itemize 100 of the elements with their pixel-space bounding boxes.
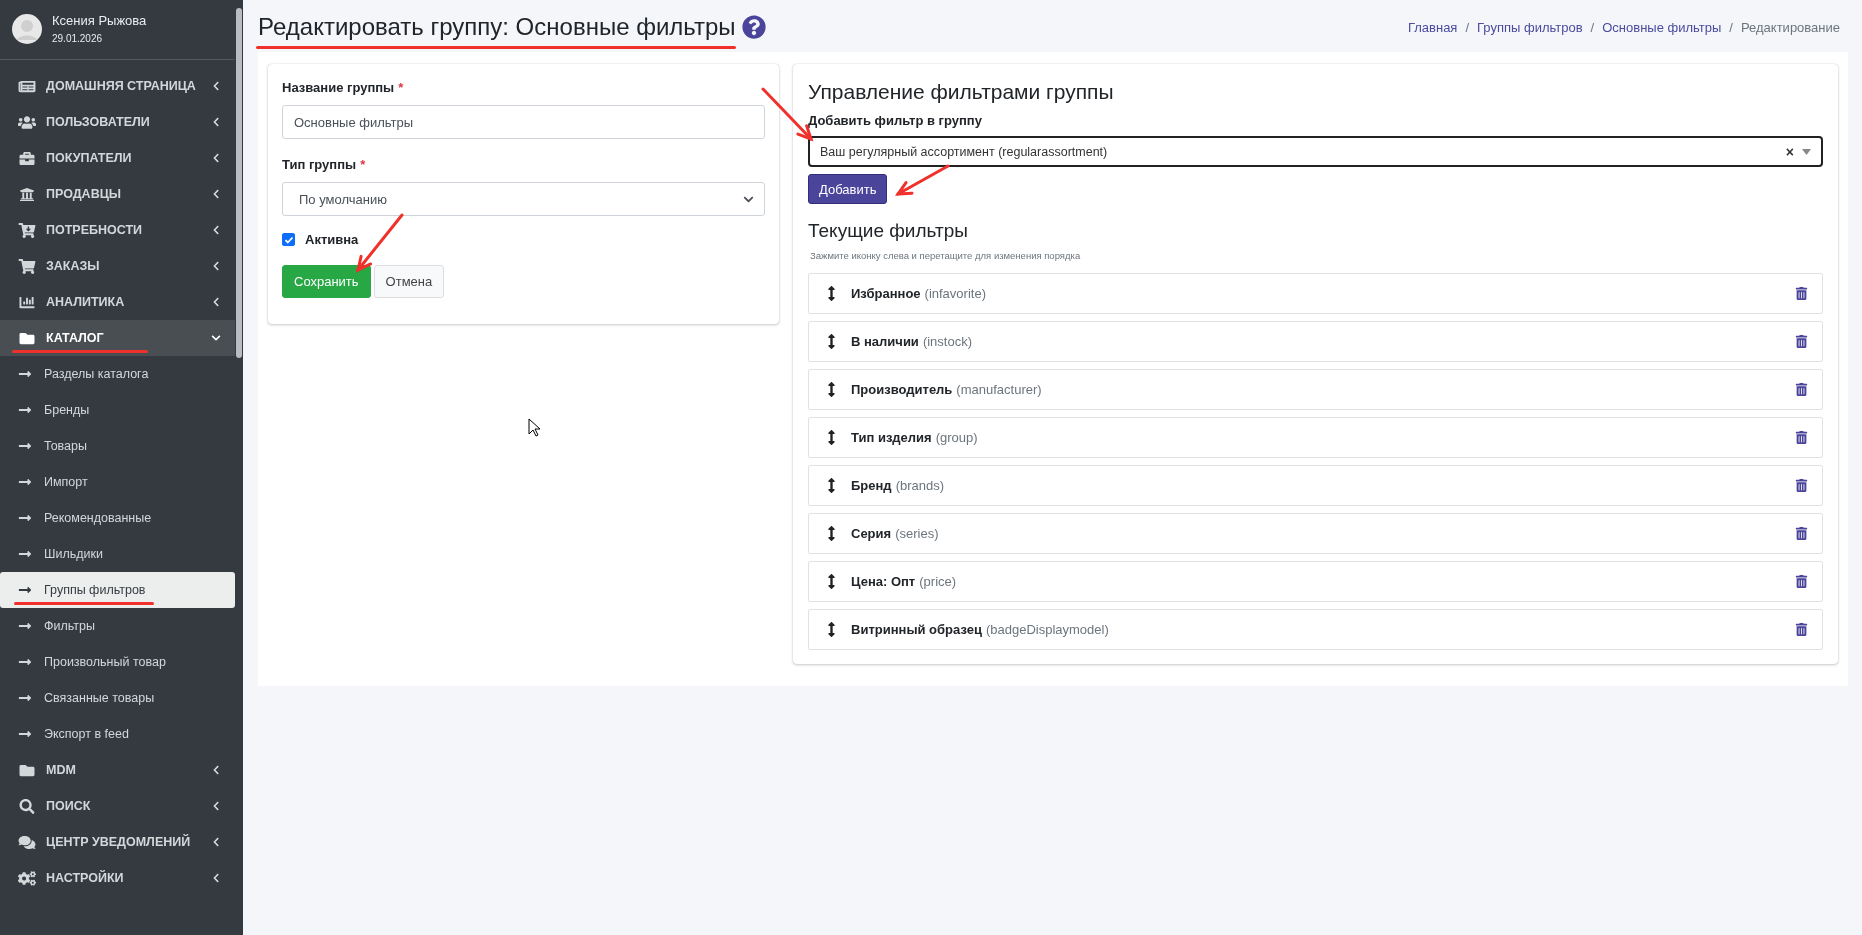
sidebar-item[interactable]: КАТАЛОГ bbox=[0, 320, 235, 356]
filter-name: Серия bbox=[851, 526, 892, 541]
delete-icon[interactable] bbox=[1795, 527, 1808, 540]
chevron-icon bbox=[211, 225, 221, 235]
sidebar-subitem[interactable]: Фильтры bbox=[0, 608, 235, 644]
filter-row[interactable]: Бренд (brands) bbox=[808, 465, 1823, 506]
sidebar-item[interactable]: ЦЕНТР УВЕДОМЛЕНИЙ bbox=[0, 824, 235, 860]
sidebar-item[interactable]: ПРОДАВЦЫ bbox=[0, 176, 235, 212]
breadcrumb-link[interactable]: Группы фильтров bbox=[1477, 19, 1583, 35]
bank-icon bbox=[18, 186, 36, 202]
filter-select[interactable]: Ваш регулярный ассортимент (regularassortment) × bbox=[808, 136, 1823, 167]
delete-icon[interactable] bbox=[1795, 431, 1808, 444]
chevron-icon bbox=[211, 153, 221, 163]
filter-code: (badgeDisplaymodel) bbox=[985, 622, 1110, 637]
breadcrumb-separator: / bbox=[1729, 19, 1733, 35]
folder-icon bbox=[18, 762, 36, 778]
sidebar-item[interactable]: ДОМАШНЯЯ СТРАНИЦА bbox=[0, 68, 235, 104]
filter-row[interactable]: Серия (series) bbox=[808, 513, 1823, 554]
cursor-icon bbox=[528, 418, 542, 438]
user-date: 29.01.2026 bbox=[52, 33, 104, 44]
filter-row[interactable]: Витринный образец (badgeDisplaymodel) bbox=[808, 609, 1823, 650]
sidebar-item[interactable]: НАСТРОЙКИ bbox=[0, 860, 235, 896]
chat-icon bbox=[18, 834, 36, 850]
sidebar-item[interactable]: ПОЛЬЗОВАТЕЛИ bbox=[0, 104, 235, 140]
required-mark: * bbox=[360, 157, 366, 172]
briefcase-icon bbox=[18, 150, 36, 166]
cart-icon bbox=[18, 222, 36, 238]
sidebar-subitem[interactable]: Экспорт в feed bbox=[0, 716, 235, 752]
chevron-icon bbox=[211, 837, 221, 847]
filter-code: (series) bbox=[895, 526, 940, 541]
checkbox-label: Активна bbox=[305, 232, 359, 247]
delete-icon[interactable] bbox=[1795, 623, 1808, 636]
sidebar-item[interactable]: ПОТРЕБНОСТИ bbox=[0, 212, 235, 248]
panel-title: Управление фильтрами группы bbox=[808, 80, 1115, 104]
filter-name: Цена: Опт bbox=[851, 574, 916, 589]
page-title: Редактировать группу: Основные фильтры bbox=[258, 13, 736, 41]
chevron-icon bbox=[211, 81, 221, 91]
filter-name: Витринный образец bbox=[851, 622, 982, 637]
active-checkbox[interactable] bbox=[282, 233, 295, 246]
cart-icon bbox=[18, 258, 36, 274]
delete-icon[interactable] bbox=[1795, 383, 1808, 396]
chevron-icon bbox=[211, 801, 221, 811]
section-title: Текущие фильтры bbox=[808, 220, 969, 242]
sidebar-subitem[interactable]: Разделы каталога bbox=[0, 356, 235, 392]
sidebar-subitem[interactable]: Произвольный товар bbox=[0, 644, 235, 680]
chevron-icon bbox=[211, 117, 221, 127]
folder-icon bbox=[18, 330, 36, 346]
sidebar-subitem[interactable]: Рекомендованные bbox=[0, 500, 235, 536]
filter-row[interactable]: В наличии (instock) bbox=[808, 321, 1823, 362]
sidebar-subitem[interactable]: Бренды bbox=[0, 392, 235, 428]
delete-icon[interactable] bbox=[1795, 287, 1808, 300]
filter-row[interactable]: Тип изделия (group) bbox=[808, 417, 1823, 458]
settings-icon bbox=[18, 870, 36, 886]
chevron-icon bbox=[211, 333, 221, 343]
users-icon bbox=[18, 114, 36, 130]
chevron-icon bbox=[211, 261, 221, 271]
filter-name: Производитель bbox=[851, 382, 953, 397]
chevron-icon bbox=[211, 189, 221, 199]
breadcrumb-link[interactable]: Редактирование bbox=[1740, 19, 1840, 35]
delete-icon[interactable] bbox=[1795, 335, 1808, 348]
filter-code: (instock) bbox=[922, 334, 973, 349]
delete-icon[interactable] bbox=[1795, 575, 1808, 588]
sidebar-subitem[interactable]: Импорт bbox=[0, 464, 235, 500]
required-mark: * bbox=[398, 80, 404, 95]
filter-code: (infavorite) bbox=[924, 286, 987, 301]
dropdown-icon bbox=[1802, 148, 1811, 155]
filter-name: Бренд bbox=[851, 478, 892, 493]
clear-button[interactable]: × bbox=[1785, 143, 1794, 160]
sidebar-item[interactable]: ЗАКАЗЫ bbox=[0, 248, 235, 284]
sidebar-item[interactable]: ПОИСК bbox=[0, 788, 235, 824]
help-icon[interactable] bbox=[741, 15, 766, 39]
chevron-icon bbox=[211, 765, 221, 775]
scrollbar[interactable] bbox=[236, 8, 242, 358]
sidebar-item[interactable]: АНАЛИТИКА bbox=[0, 284, 235, 320]
breadcrumb-separator: / bbox=[1590, 19, 1595, 35]
breadcrumb-separator: / bbox=[1465, 19, 1470, 35]
filter-row[interactable]: Цена: Опт (price) bbox=[808, 561, 1823, 602]
sidebar-subitem[interactable]: Шильдики bbox=[0, 536, 235, 572]
delete-icon[interactable] bbox=[1795, 479, 1808, 492]
filter-row[interactable]: Избранное (infavorite) bbox=[808, 273, 1823, 314]
breadcrumb-link[interactable]: Основные фильтры bbox=[1602, 19, 1722, 35]
sidebar-subitem[interactable]: Группы фильтров bbox=[0, 572, 235, 608]
field-label: Тип группы bbox=[282, 157, 357, 172]
filter-name: Избранное bbox=[851, 286, 921, 301]
filter-row[interactable]: Производитель (manufacturer) bbox=[808, 369, 1823, 410]
newspaper-icon bbox=[18, 78, 36, 94]
field-label: Добавить фильтр в группу bbox=[808, 113, 983, 128]
type-select[interactable]: По умолчанию bbox=[282, 182, 765, 216]
name-input[interactable]: Основные фильтры bbox=[282, 105, 765, 139]
cancel-button[interactable]: Отмена bbox=[373, 265, 445, 298]
avatar-icon bbox=[12, 13, 42, 44]
filter-code: (manufacturer) bbox=[956, 382, 1043, 397]
sidebar-item[interactable]: MDM bbox=[0, 752, 235, 788]
sidebar-subitem[interactable]: Товары bbox=[0, 428, 235, 464]
hint-text: Зажмите иконку слева и перетащите для изменения порядка bbox=[810, 250, 1082, 261]
breadcrumb-link[interactable]: Главная bbox=[1407, 19, 1458, 35]
filter-code: (price) bbox=[919, 574, 958, 589]
add-button[interactable]: Добавить bbox=[808, 174, 888, 204]
sidebar-subitem[interactable]: Связанные товары bbox=[0, 680, 235, 716]
sidebar-item[interactable]: ПОКУПАТЕЛИ bbox=[0, 140, 235, 176]
